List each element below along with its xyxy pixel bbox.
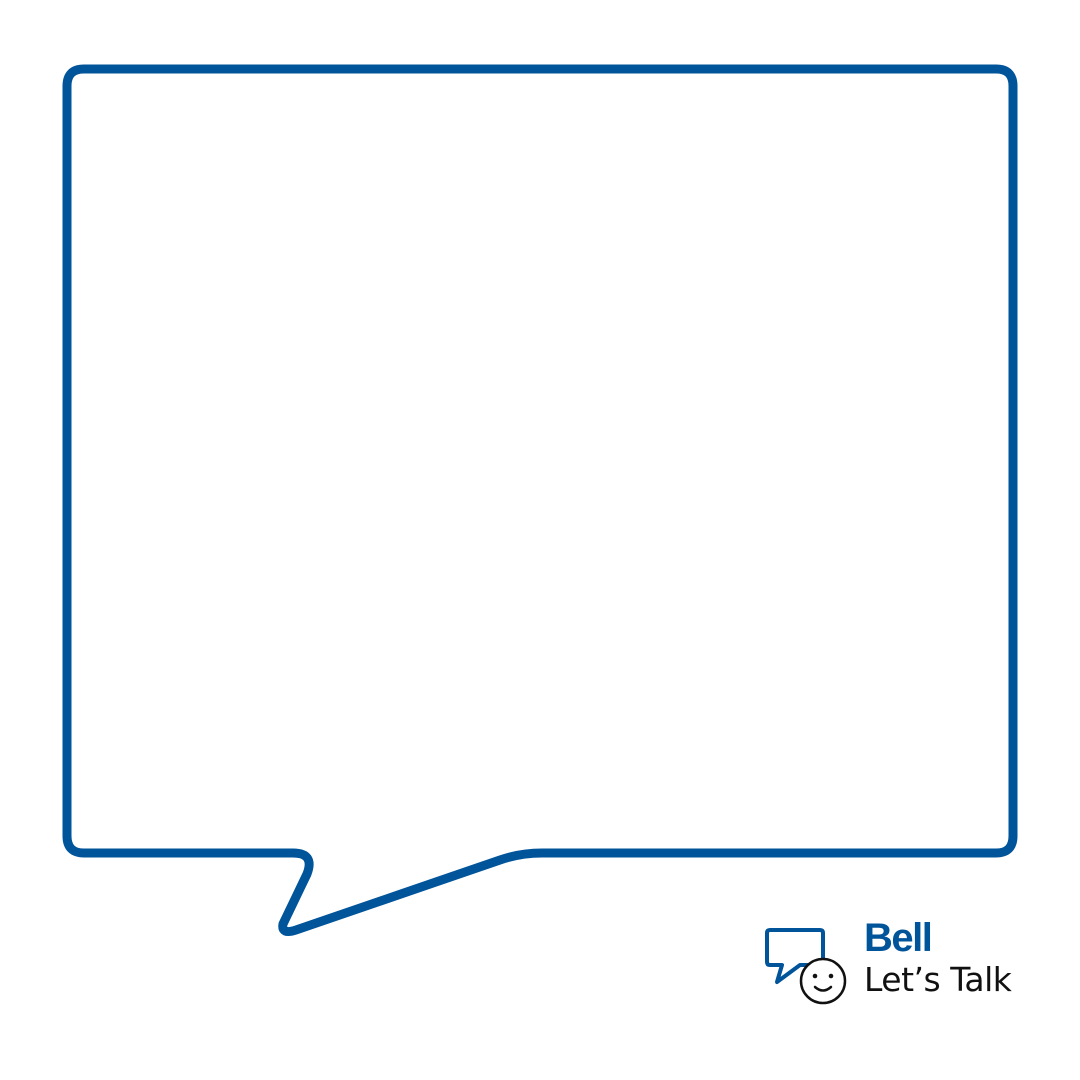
brand-name: Bell: [864, 916, 933, 960]
brand-tagline: Let’s Talk: [864, 960, 1012, 999]
speech-bubble-smiley-icon: [765, 928, 847, 1005]
bell-lets-talk-logo: Bell Let’s Talk: [760, 916, 1030, 1010]
canvas: Bell Let’s Talk: [0, 0, 1080, 1080]
speech-bubble-outline: [62, 64, 1018, 936]
